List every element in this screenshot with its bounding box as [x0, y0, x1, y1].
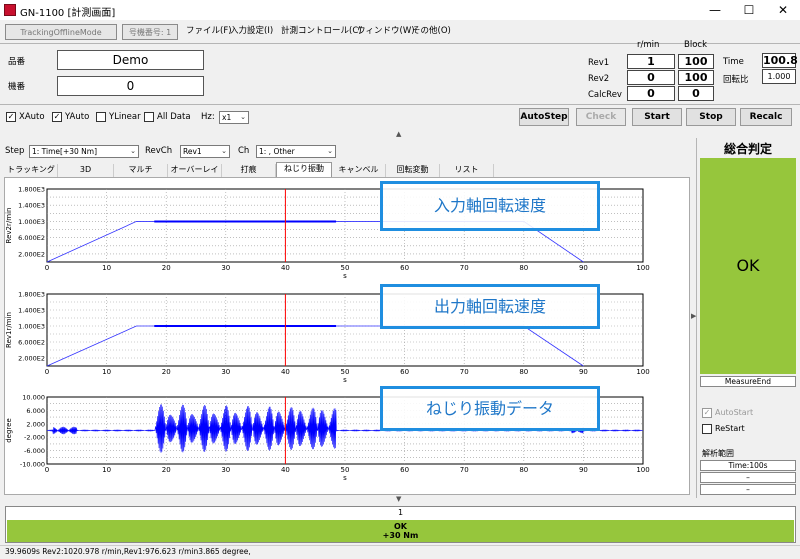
x-tick-label: 0 [45, 466, 49, 474]
x-tick-label: 30 [221, 264, 230, 272]
x-tick-label: 0 [45, 368, 49, 376]
x-tick-label: 30 [221, 466, 230, 474]
x-tick-label: 40 [281, 466, 290, 474]
x-axis-label: s [343, 272, 347, 280]
x-tick-label: 80 [519, 466, 528, 474]
step-result: OK [394, 522, 407, 531]
splitter-down-icon[interactable]: ▼ [396, 495, 401, 503]
autostart-label: AutoStart [715, 408, 754, 417]
y-axis-label: Rev2r/min [5, 208, 13, 244]
x-tick-label: 50 [341, 368, 350, 376]
x-tick-label: 20 [162, 466, 171, 474]
overlay-torsional-data: ねじり振動データ [380, 386, 600, 431]
y-tick-label: 6.000E2 [18, 234, 45, 242]
charts-svg: 0 10 20 30 40 50 60 70 80 90 100s1.800E31.400E31.0… [5, 186, 650, 483]
x-tick-label: 100 [636, 368, 649, 376]
x-tick-label: 100 [636, 466, 649, 474]
analysis-range-3: – [700, 484, 796, 495]
x-tick-label: 60 [400, 368, 409, 376]
y-tick-label: 1.400E3 [18, 202, 45, 210]
x-tick-label: 90 [579, 368, 588, 376]
y-axis-label: Rev1r/min [5, 312, 13, 348]
autostart-checkbox[interactable]: ✓ [702, 408, 712, 418]
y-tick-label: 6.000 [26, 407, 45, 415]
measure-status: MeasureEnd [700, 376, 796, 387]
x-tick-label: 80 [519, 368, 528, 376]
x-tick-label: 40 [281, 368, 290, 376]
y-tick-label: 1.800E3 [18, 186, 45, 194]
splitter-right-icon[interactable]: ▶ [691, 312, 696, 320]
y-tick-label: 2.000E2 [18, 355, 45, 363]
x-tick-label: 40 [281, 264, 290, 272]
overlay-output-speed: 出力軸回転速度 [380, 284, 600, 329]
x-tick-label: 10 [102, 264, 111, 272]
x-tick-label: 10 [102, 466, 111, 474]
x-tick-label: 100 [636, 264, 649, 272]
x-tick-label: 30 [221, 368, 230, 376]
x-tick-label: 50 [341, 264, 350, 272]
x-tick-label: 70 [460, 264, 469, 272]
y-tick-label: 2.000E2 [18, 250, 45, 258]
y-axis-label: degree [5, 418, 13, 443]
y-tick-label: 6.000E2 [18, 339, 45, 347]
x-tick-label: 50 [341, 466, 350, 474]
y-tick-label: -10.000 [20, 461, 45, 469]
step-result-box: OK +30 Nm [7, 520, 794, 542]
restart-checkbox[interactable] [702, 424, 712, 434]
x-tick-label: 0 [45, 264, 49, 272]
y-tick-label: 10.000 [22, 394, 45, 402]
bottom-result-panel: 1 OK +30 Nm [5, 506, 796, 543]
x-tick-label: 60 [400, 264, 409, 272]
step-condition: +30 Nm [382, 531, 419, 540]
analysis-range-2: – [700, 472, 796, 483]
x-tick-label: 80 [519, 264, 528, 272]
x-tick-label: 70 [460, 368, 469, 376]
x-tick-label: 70 [460, 466, 469, 474]
judgement-result: OK [700, 158, 796, 374]
x-axis-label: s [343, 376, 347, 384]
y-tick-label: 2.000 [26, 420, 45, 428]
y-tick-label: -6.000 [24, 447, 45, 455]
y-tick-label: 1.800E3 [18, 291, 45, 299]
x-tick-label: 60 [400, 466, 409, 474]
x-axis-label: s [343, 474, 347, 482]
status-bar: 39.9609s Rev2:1020.978 r/min,Rev1:976.62… [0, 545, 800, 559]
analysis-range-label: 解析範囲 [702, 449, 734, 458]
y-tick-label: 1.000E3 [18, 218, 45, 226]
y-tick-label: 1.400E3 [18, 307, 45, 315]
step-index: 1 [397, 508, 404, 517]
restart-label: ReStart [715, 424, 745, 433]
analysis-range-time: Time:100s [700, 460, 796, 471]
x-tick-label: 10 [102, 368, 111, 376]
x-tick-label: 90 [579, 466, 588, 474]
y-tick-label: -2.000 [24, 434, 45, 442]
x-tick-label: 20 [162, 264, 171, 272]
y-tick-label: 1.000E3 [18, 323, 45, 331]
x-tick-label: 20 [162, 368, 171, 376]
overlay-input-speed: 入力軸回転速度 [380, 181, 600, 231]
judgement-title: 総合判定 [723, 142, 772, 156]
x-tick-label: 90 [579, 264, 588, 272]
status-text: 39.9609s Rev2:1020.978 r/min,Rev1:976.62… [5, 547, 251, 556]
